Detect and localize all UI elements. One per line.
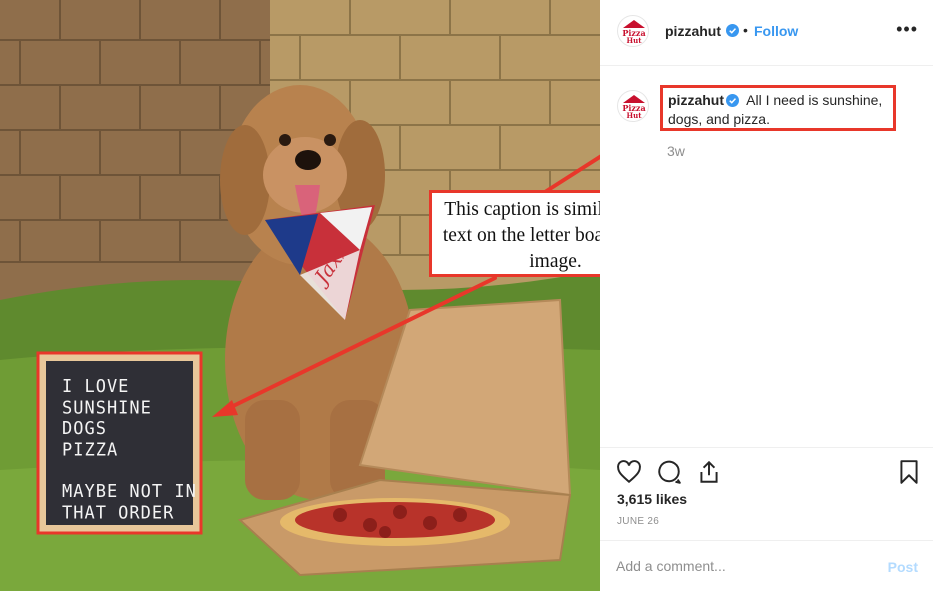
like-count[interactable]: 3,615 likes (617, 491, 687, 507)
verified-badge-icon (726, 94, 739, 107)
caption-highlight-box: pizzahut All I need is sunshine, dogs, a… (660, 85, 896, 131)
post-side-panel: Pizza Hut pizzahut • Follow ••• Pizza Hu… (600, 0, 933, 591)
heart-icon[interactable] (616, 459, 642, 485)
post-date: JUNE 26 (617, 516, 660, 527)
logo-text-line2: Hut (627, 111, 643, 120)
pizza-hut-logo-icon: Pizza Hut (622, 20, 646, 45)
share-icon[interactable] (696, 459, 722, 485)
header-separator: • (743, 22, 748, 38)
comment-bubble-icon[interactable] (656, 459, 682, 485)
header-username[interactable]: pizzahut (665, 23, 721, 39)
post-header: Pizza Hut pizzahut • Follow ••• (600, 0, 933, 66)
action-bar (600, 447, 933, 497)
pizza-hut-logo-icon: Pizza Hut (622, 95, 646, 120)
ellipsis-icon[interactable]: ••• (896, 19, 918, 40)
verified-badge-icon (726, 24, 739, 37)
comment-bar: Post (600, 540, 933, 591)
caption-username[interactable]: pizzahut (668, 92, 724, 108)
post-comment-button[interactable]: Post (888, 559, 918, 575)
avatar[interactable]: Pizza Hut (617, 15, 649, 47)
bookmark-icon[interactable] (896, 459, 922, 485)
letterboard-text: I LOVE SUNSHINE DOGS PIZZA MAYBE NOT IN … (62, 376, 197, 524)
comment-input[interactable] (616, 558, 866, 574)
logo-text-line2: Hut (627, 36, 643, 45)
post-time-ago[interactable]: 3w (667, 143, 685, 159)
post-photo: Jaxx I LOVE SUNSHINE DOGS PIZZA MAYBE NO… (0, 0, 600, 591)
follow-button[interactable]: Follow (754, 23, 798, 39)
caption-avatar[interactable]: Pizza Hut (617, 90, 649, 122)
